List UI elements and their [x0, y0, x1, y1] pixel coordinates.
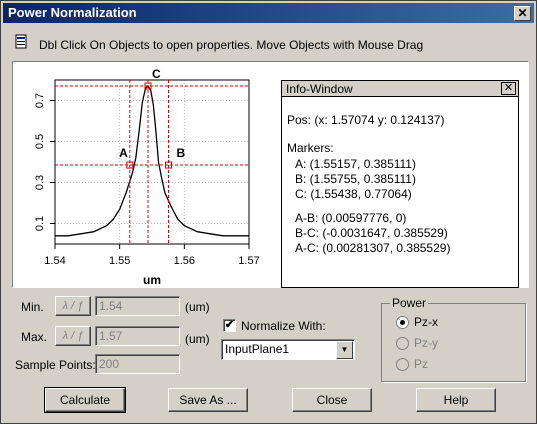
- plot-panel: 1.54 1.55 1.56 1.57 0.1 0.3 0.5 0.7 um A B C Info-W…: [12, 61, 529, 288]
- power-group: Power Pz-x Pz-y Pz: [381, 296, 526, 382]
- min-field[interactable]: 1.54: [95, 296, 180, 316]
- info-window-title: Info-Window: [286, 82, 353, 96]
- x-tick-label: 1.55: [109, 255, 130, 267]
- position-readout: Pos: (x: 1.57074 y: 0.124137): [287, 113, 445, 127]
- power-normalization-dialog: Power Normalization ✕ Dbl Click On Objec…: [0, 0, 537, 424]
- info-window[interactable]: Info-Window ✕ Pos: (x: 1.57074 y: 0.1241…: [281, 80, 519, 288]
- info-window-header[interactable]: Info-Window ✕: [282, 81, 518, 97]
- x-tick-label: 1.54: [44, 255, 65, 267]
- max-label: Max.: [21, 330, 48, 344]
- max-lambda-button[interactable]: λ / ƒ: [55, 326, 91, 346]
- window-title: Power Normalization: [8, 5, 137, 20]
- diff-a-b: A-B: (0.00597776, 0): [295, 211, 407, 225]
- x-tick-label: 1.56: [174, 255, 195, 267]
- diff-b-c: B-C: (-0.0031647, 0.385529): [295, 226, 448, 240]
- marker-b-label[interactable]: B: [176, 146, 185, 160]
- y-tick-label: 0.5: [34, 134, 46, 149]
- close-icon[interactable]: ✕: [501, 82, 516, 95]
- min-unit: (um): [185, 300, 210, 314]
- sample-points-field[interactable]: 200: [95, 354, 180, 374]
- y-tick-label: 0.3: [34, 175, 46, 190]
- hint-text: Dbl Click On Objects to open properties.…: [39, 38, 424, 52]
- y-tick-label: 0.7: [34, 93, 46, 108]
- min-lambda-button[interactable]: λ / ƒ: [55, 296, 91, 316]
- normalize-label: Normalize With:: [241, 319, 326, 333]
- marker-c-label[interactable]: C: [152, 67, 161, 81]
- plot-frame: [54, 79, 250, 245]
- radio-pz[interactable]: [396, 358, 409, 371]
- power-group-label: Power: [390, 296, 429, 310]
- max-field[interactable]: 1.57: [95, 326, 180, 346]
- power-chart[interactable]: 1.54 1.55 1.56 1.57 0.1 0.3 0.5 0.7 um A B C: [13, 62, 278, 287]
- max-unit: (um): [185, 332, 210, 346]
- normalize-select-value: InputPlane1: [225, 342, 290, 356]
- close-icon[interactable]: ✕: [514, 6, 531, 21]
- markers-label: Markers:: [287, 141, 334, 155]
- marker-a-readout: A: (1.55157, 0.385111): [295, 157, 416, 171]
- series-line: [55, 85, 249, 237]
- marker-b-readout: B: (1.55755, 0.385111): [295, 172, 416, 186]
- properties-icon: [15, 34, 27, 49]
- radio-pz-label: Pz: [414, 357, 429, 371]
- y-tick-label: 0.1: [34, 216, 46, 231]
- marker-c-readout: C: (1.55438, 0.77064): [295, 187, 412, 201]
- close-button[interactable]: Close: [292, 388, 372, 412]
- radio-pz-y-label: Pz-y: [414, 336, 438, 350]
- x-tick-label: 1.57: [238, 255, 259, 267]
- radio-pz-y[interactable]: [396, 337, 409, 350]
- diff-a-c: A-C: (0.00281307, 0.385529): [295, 241, 451, 255]
- save-as-button[interactable]: Save As ...: [168, 388, 248, 412]
- normalize-checkbox[interactable]: ✔: [223, 319, 236, 332]
- sample-points-label: Sample Points:: [15, 358, 96, 372]
- normalize-select[interactable]: InputPlane1 ▼: [221, 339, 355, 360]
- radio-pz-x[interactable]: [396, 316, 409, 329]
- title-bar[interactable]: Power Normalization ✕: [3, 3, 534, 23]
- min-label: Min.: [21, 300, 44, 314]
- help-button[interactable]: Help: [416, 388, 496, 412]
- radio-pz-x-label: Pz-x: [414, 315, 438, 329]
- x-axis-label: um: [143, 273, 161, 287]
- marker-a-label[interactable]: A: [119, 146, 128, 160]
- chevron-down-icon[interactable]: ▼: [336, 341, 353, 359]
- calculate-button[interactable]: Calculate: [44, 387, 126, 413]
